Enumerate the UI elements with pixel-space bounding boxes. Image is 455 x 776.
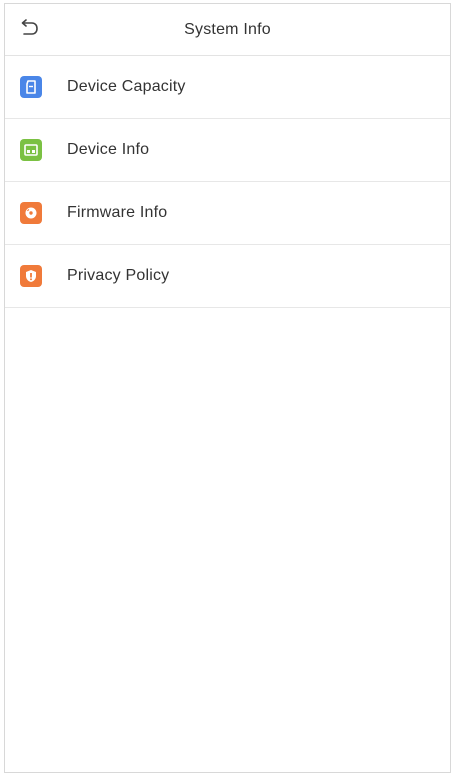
menu-item-privacy-policy[interactable]: Privacy Policy bbox=[5, 245, 450, 308]
header-bar: System Info bbox=[5, 4, 450, 56]
page-title: System Info bbox=[184, 20, 271, 38]
device-icon bbox=[20, 139, 42, 161]
system-info-screen: System Info Device Capacity Device Info bbox=[4, 3, 451, 773]
menu-item-label: Privacy Policy bbox=[67, 267, 170, 284]
back-arrow-icon bbox=[19, 18, 39, 42]
menu-item-firmware-info[interactable]: Firmware Info bbox=[5, 182, 450, 245]
menu-item-device-capacity[interactable]: Device Capacity bbox=[5, 56, 450, 119]
menu-item-device-info[interactable]: Device Info bbox=[5, 119, 450, 182]
menu-item-label: Device Info bbox=[67, 141, 150, 158]
disc-icon bbox=[20, 202, 42, 224]
system-info-menu: Device Capacity Device Info Firmware Inf… bbox=[5, 56, 450, 308]
menu-item-label: Firmware Info bbox=[67, 204, 168, 221]
shield-icon bbox=[20, 265, 42, 287]
menu-item-label: Device Capacity bbox=[67, 78, 186, 95]
sd-card-icon bbox=[20, 76, 42, 98]
back-button[interactable] bbox=[17, 18, 41, 42]
